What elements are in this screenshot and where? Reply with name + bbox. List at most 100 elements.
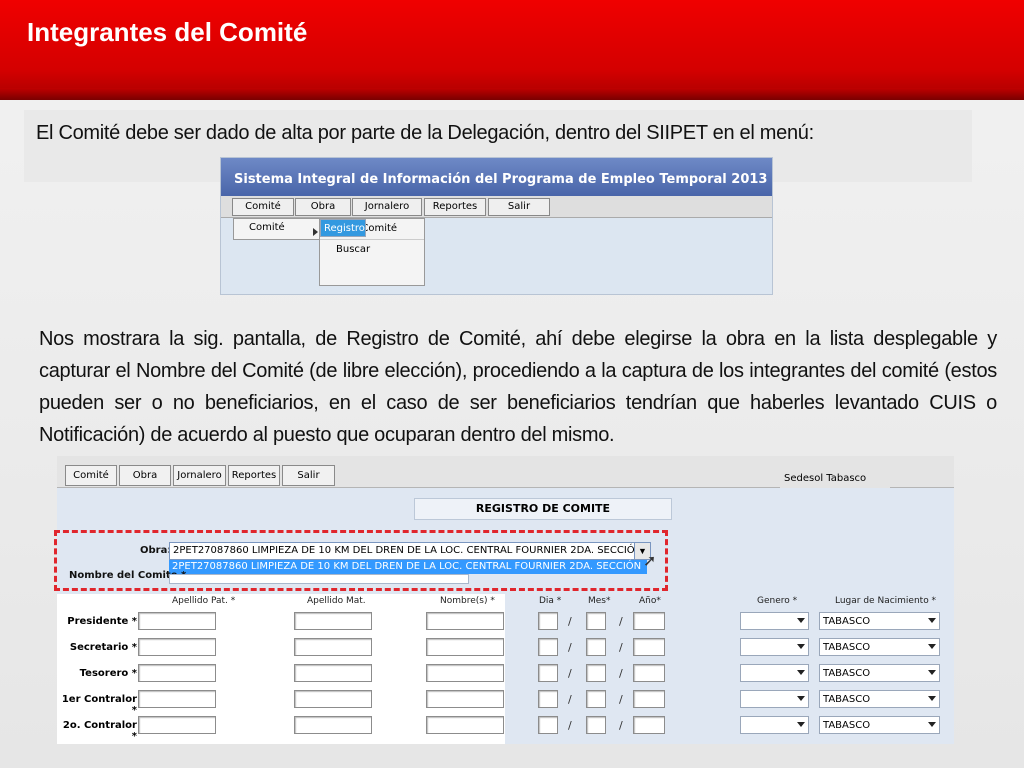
obra-label: Obra: — [140, 545, 172, 556]
tesorero-apellido-mat-input[interactable] — [294, 664, 372, 682]
col-nombres: Nombre(s) * — [440, 596, 495, 606]
tesorero-genero-select[interactable] — [740, 664, 809, 682]
form-comite-button[interactable]: Comité — [65, 465, 117, 486]
contralor1-dia-input[interactable] — [538, 690, 558, 708]
col-mes: Mes* — [588, 596, 611, 606]
col-apellido-mat: Apellido Mat. — [307, 596, 366, 606]
form-salir-button[interactable]: Salir — [282, 465, 335, 486]
form-menu-bar: Comité Obra Jornalero Reportes Salir Sed… — [57, 456, 954, 488]
menu-bar: Comité Obra Jornalero Reportes Salir — [221, 196, 772, 218]
chevron-down-icon — [928, 722, 936, 727]
submenu-registro[interactable]: Registro — [320, 219, 366, 237]
contralor1-mes-input[interactable] — [586, 690, 606, 708]
form-obra-button[interactable]: Obra — [119, 465, 171, 486]
secretario-dia-input[interactable] — [538, 638, 558, 656]
secretario-apellido-pat-input[interactable] — [138, 638, 216, 656]
menu-comite-button[interactable]: Comité — [232, 198, 294, 216]
row-secretario-label: Secretario * — [69, 642, 137, 653]
intro-text: El Comité debe ser dado de alta por part… — [36, 122, 814, 144]
presidente-dia-input[interactable] — [538, 612, 558, 630]
date-separator: / — [568, 693, 572, 706]
chevron-down-icon — [797, 670, 805, 675]
tesorero-dia-input[interactable] — [538, 664, 558, 682]
contralor1-apellido-pat-input[interactable] — [138, 690, 216, 708]
chevron-down-icon — [797, 644, 805, 649]
tesorero-mes-input[interactable] — [586, 664, 606, 682]
date-separator: / — [568, 667, 572, 680]
secretario-nombres-input[interactable] — [426, 638, 504, 656]
row-2o-contralor-label: 2o. Contralor * — [62, 720, 137, 742]
contralor1-nombres-input[interactable] — [426, 690, 504, 708]
row-1er-contralor-label: 1er Contralor * — [61, 694, 137, 716]
chevron-down-icon — [797, 722, 805, 727]
chevron-down-icon — [797, 696, 805, 701]
row-presidente-label: Presidente * — [67, 616, 137, 627]
secretario-apellido-mat-input[interactable] — [294, 638, 372, 656]
contralor2-dia-input[interactable] — [538, 716, 558, 734]
menu-reportes-button[interactable]: Reportes — [424, 198, 486, 216]
nombre-comite-input[interactable] — [169, 574, 469, 584]
date-separator: / — [568, 719, 572, 732]
secretario-genero-select[interactable] — [740, 638, 809, 656]
obra-option-highlighted[interactable]: 2PET27087860 LIMPIEZA DE 10 KM DEL DREN … — [169, 560, 647, 574]
contralor2-apellido-mat-input[interactable] — [294, 716, 372, 734]
title-banner — [0, 0, 1024, 100]
presidente-anio-input[interactable] — [633, 612, 665, 630]
menu-jornalero-button[interactable]: Jornalero — [352, 198, 422, 216]
date-separator: / — [568, 615, 572, 628]
secretario-mes-input[interactable] — [586, 638, 606, 656]
system-header: Sistema Integral de Información del Prog… — [221, 158, 772, 196]
slide-title: Integrantes del Comité — [27, 17, 308, 47]
contralor2-apellido-pat-input[interactable] — [138, 716, 216, 734]
menu-salir-button[interactable]: Salir — [488, 198, 550, 216]
col-genero: Genero * — [757, 596, 798, 606]
menu-screenshot: Sistema Integral de Información del Prog… — [220, 157, 773, 295]
office-label: Sedesol Tabasco — [780, 468, 890, 488]
lugar-value: TABASCO — [823, 694, 871, 705]
presidente-genero-select[interactable] — [740, 612, 809, 630]
secretario-anio-input[interactable] — [633, 638, 665, 656]
presidente-lugar-select[interactable]: TABASCO — [819, 612, 940, 630]
contralor2-nombres-input[interactable] — [426, 716, 504, 734]
presidente-nombres-input[interactable] — [426, 612, 504, 630]
form-reportes-button[interactable]: Reportes — [228, 465, 280, 486]
date-separator: / — [619, 719, 623, 732]
form-jornalero-button[interactable]: Jornalero — [173, 465, 226, 486]
contralor2-mes-input[interactable] — [586, 716, 606, 734]
submenu-buscar[interactable]: Buscar — [320, 240, 424, 261]
col-anio: Año* — [639, 596, 661, 606]
contralor2-genero-select[interactable] — [740, 716, 809, 734]
chevron-down-icon — [928, 644, 936, 649]
presidente-mes-input[interactable] — [586, 612, 606, 630]
presidente-apellido-mat-input[interactable] — [294, 612, 372, 630]
chevron-down-icon — [928, 696, 936, 701]
contralor2-lugar-select[interactable]: TABASCO — [819, 716, 940, 734]
menu-obra-button[interactable]: Obra — [295, 198, 351, 216]
col-apellido-pat: Apellido Pat. * — [172, 596, 236, 606]
contralor1-anio-input[interactable] — [633, 690, 665, 708]
lugar-value: TABASCO — [823, 642, 871, 653]
chevron-down-icon — [797, 618, 805, 623]
secretario-lugar-select[interactable]: TABASCO — [819, 638, 940, 656]
mouse-pointer-icon: ➚ — [643, 553, 657, 570]
tesorero-anio-input[interactable] — [633, 664, 665, 682]
date-separator: / — [619, 615, 623, 628]
contralor2-anio-input[interactable] — [633, 716, 665, 734]
date-separator: / — [619, 667, 623, 680]
tesorero-apellido-pat-input[interactable] — [138, 664, 216, 682]
chevron-down-icon — [928, 618, 936, 623]
description-text: Nos mostrara la sig. pantalla, de Regist… — [39, 328, 997, 446]
contralor1-genero-select[interactable] — [740, 690, 809, 708]
row-tesorero-label: Tesorero * — [79, 668, 137, 679]
contralor1-apellido-mat-input[interactable] — [294, 690, 372, 708]
col-lugar: Lugar de Nacimiento * — [835, 596, 937, 606]
form-title: REGISTRO DE COMITE — [414, 498, 672, 520]
tesorero-nombres-input[interactable] — [426, 664, 504, 682]
registro-form-screenshot: Comité Obra Jornalero Reportes Salir Sed… — [57, 456, 954, 744]
date-separator: / — [568, 641, 572, 654]
contralor1-lugar-select[interactable]: TABASCO — [819, 690, 940, 708]
presidente-apellido-pat-input[interactable] — [138, 612, 216, 630]
tesorero-lugar-select[interactable]: TABASCO — [819, 664, 940, 682]
obra-select[interactable]: 2PET27087860 LIMPIEZA DE 10 KM DEL DREN … — [169, 542, 651, 560]
date-separator: / — [619, 693, 623, 706]
